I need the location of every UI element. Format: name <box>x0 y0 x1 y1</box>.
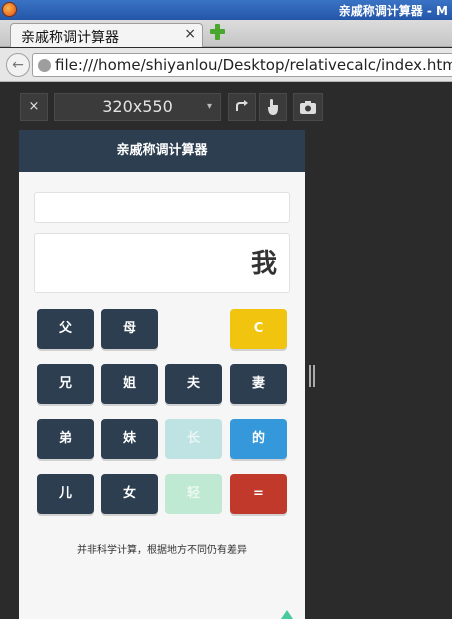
tab-title: 亲戚称调计算器 <box>21 30 119 46</box>
formula-display <box>34 192 290 223</box>
key-elder-disabled[interactable]: 长 <box>165 419 222 459</box>
viewport-size-label: 320x550 <box>102 97 173 116</box>
back-button[interactable]: ← <box>6 53 30 77</box>
touch-simulation-button[interactable] <box>259 93 287 121</box>
key-son[interactable]: 儿 <box>37 474 94 514</box>
firefox-icon[interactable] <box>2 2 17 17</box>
key-younger-disabled[interactable]: 轻 <box>165 474 222 514</box>
emulated-viewport: 亲戚称调计算器 我 父 母 C 兄 姐 夫 妻 弟 妹 长 的 儿 女 轻 = … <box>19 130 305 619</box>
new-tab-plus-icon[interactable] <box>208 22 228 42</box>
scroll-top-triangle-icon[interactable] <box>281 610 293 619</box>
key-mother[interactable]: 母 <box>101 309 158 349</box>
url-text[interactable]: file:///home/shiyanlou/Desktop/relativec… <box>55 56 452 74</box>
key-elder-brother[interactable]: 兄 <box>37 364 94 404</box>
key-of[interactable]: 的 <box>230 419 287 459</box>
disclaimer-note: 并非科学计算，根据地方不同仍有差异 <box>77 545 247 556</box>
viewport-resize-handle[interactable] <box>309 365 315 387</box>
camera-icon <box>300 101 316 114</box>
navigation-bar: ← file:///home/shiyanlou/Desktop/relativ… <box>0 48 452 82</box>
clear-button[interactable]: C <box>230 309 287 349</box>
result-display: 我 <box>34 233 290 293</box>
close-responsive-button[interactable]: × <box>20 93 48 121</box>
key-father[interactable]: 父 <box>37 309 94 349</box>
chevron-down-icon: ▾ <box>206 101 212 112</box>
tab-bar: 亲戚称调计算器 × <box>0 20 452 47</box>
app-title: 亲戚称调计算器 <box>19 130 305 172</box>
screenshot-button[interactable] <box>293 93 323 121</box>
key-husband[interactable]: 夫 <box>165 364 222 404</box>
url-bar[interactable]: file:///home/shiyanlou/Desktop/relativec… <box>32 53 452 77</box>
equals-button[interactable]: = <box>230 474 287 514</box>
key-younger-sister[interactable]: 妹 <box>101 419 158 459</box>
tab-close-button[interactable]: × <box>184 26 196 42</box>
rotate-icon <box>236 100 248 111</box>
viewport-size-select[interactable]: 320x550 ▾ <box>54 93 221 121</box>
globe-icon <box>38 59 51 72</box>
key-daughter[interactable]: 女 <box>101 474 158 514</box>
responsive-design-view: × 320x550 ▾ 亲戚称调计算器 我 父 母 C 兄 姐 夫 妻 弟 妹 … <box>0 83 452 619</box>
touch-icon <box>268 99 278 115</box>
window-title: 亲戚称调计算器 - M <box>338 4 448 18</box>
browser-tab[interactable]: 亲戚称调计算器 × <box>10 23 203 47</box>
key-wife[interactable]: 妻 <box>230 364 287 404</box>
key-younger-brother[interactable]: 弟 <box>37 419 94 459</box>
rotate-button[interactable] <box>228 93 256 121</box>
key-elder-sister[interactable]: 姐 <box>101 364 158 404</box>
window-titlebar: 亲戚称调计算器 - M <box>0 0 452 20</box>
